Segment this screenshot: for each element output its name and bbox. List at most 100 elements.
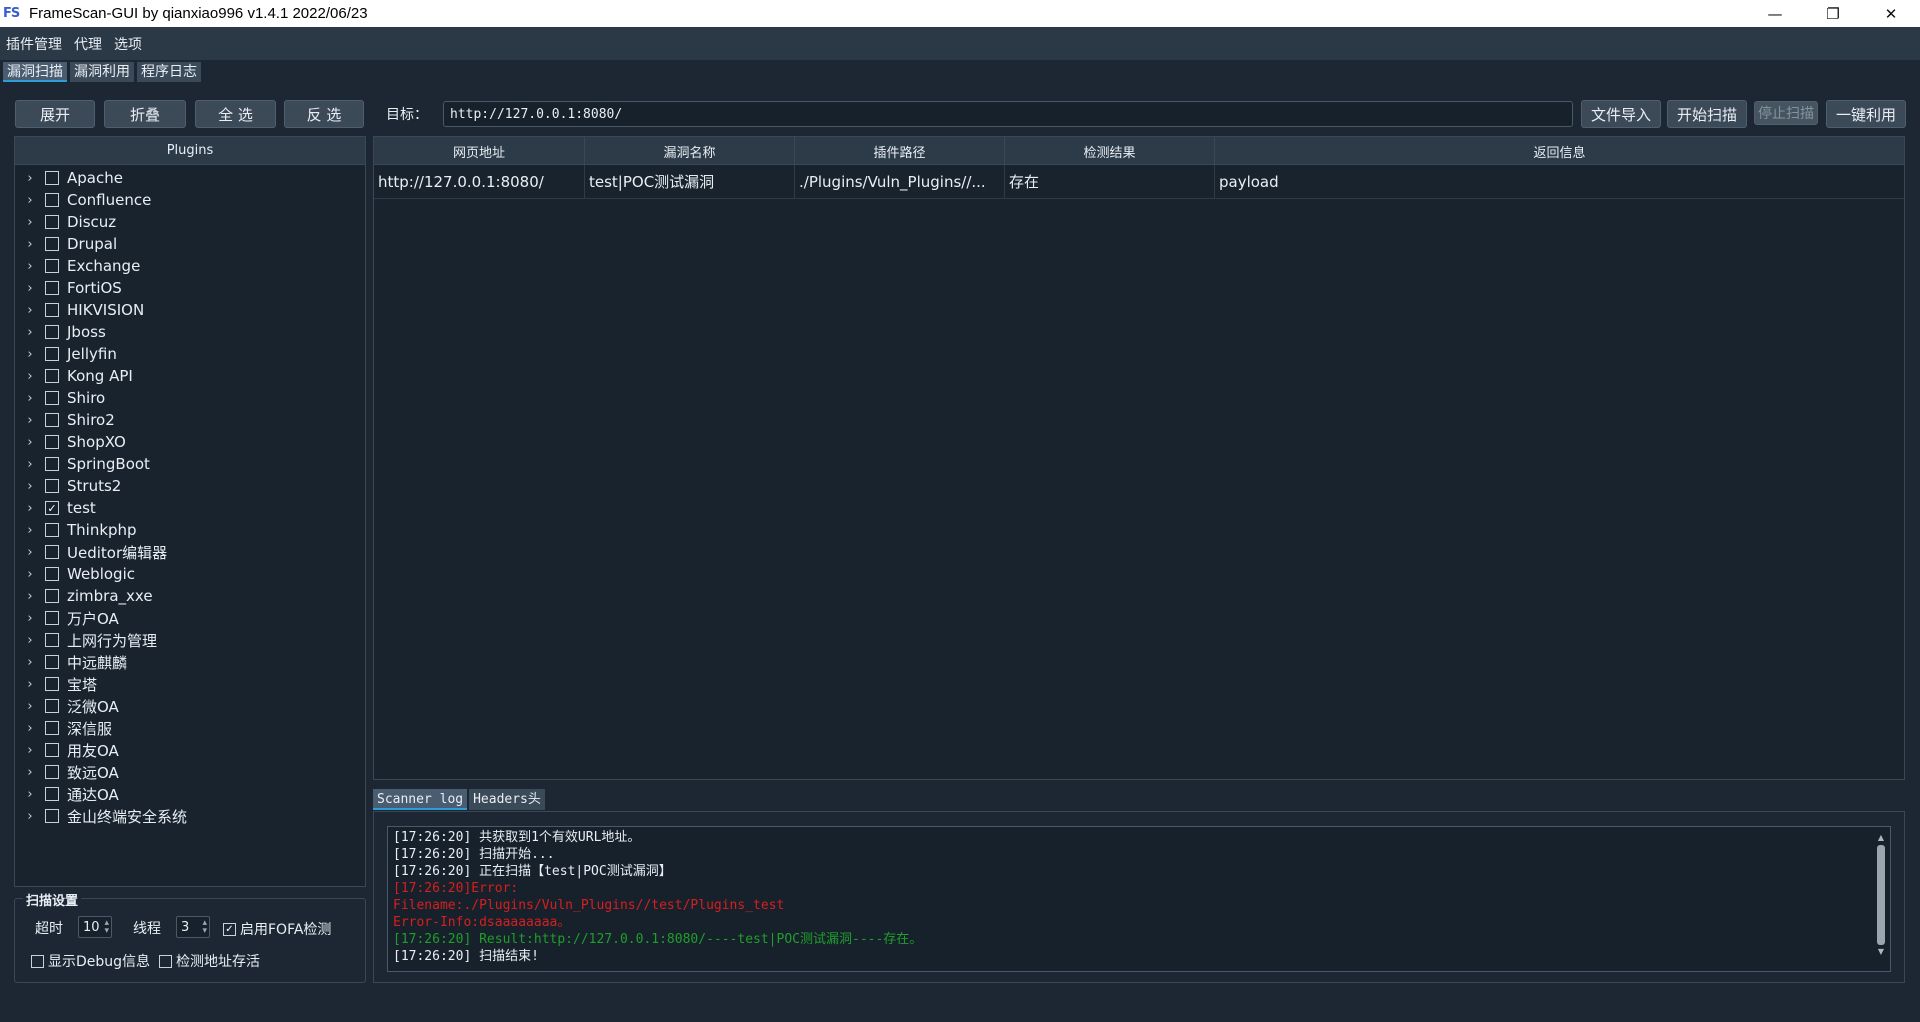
- chevron-right-icon[interactable]: ›: [15, 743, 45, 758]
- plugin-tree-item[interactable]: › Struts2: [15, 475, 365, 497]
- column-header-vuln-name[interactable]: 漏洞名称: [585, 137, 795, 165]
- menu-proxy[interactable]: 代理: [72, 32, 104, 56]
- plugin-tree-item[interactable]: › Kong API: [15, 365, 365, 387]
- chevron-right-icon[interactable]: ›: [15, 369, 45, 384]
- chevron-right-icon[interactable]: ›: [15, 611, 45, 626]
- chevron-right-icon[interactable]: ›: [15, 809, 45, 824]
- plugin-checkbox[interactable]: [45, 545, 59, 559]
- threads-spinbox[interactable]: 3 ▴ ▾: [176, 916, 210, 938]
- plugin-checkbox[interactable]: [45, 237, 59, 251]
- plugin-tree-item[interactable]: › Confluence: [15, 189, 365, 211]
- chevron-right-icon[interactable]: ›: [15, 677, 45, 692]
- one-click-exploit-button[interactable]: 一键利用: [1826, 100, 1906, 128]
- spin-arrows-icon[interactable]: ▴ ▾: [202, 919, 207, 936]
- plugin-checkbox[interactable]: [45, 369, 59, 383]
- plugin-tree-item[interactable]: › 万户OA: [15, 607, 365, 629]
- spin-arrows-icon[interactable]: ▴ ▾: [104, 919, 109, 936]
- checkbox-icon[interactable]: [31, 954, 44, 968]
- plugin-checkbox[interactable]: [45, 435, 59, 449]
- plugin-tree-item[interactable]: › 致远OA: [15, 761, 365, 783]
- plugin-checkbox[interactable]: [45, 303, 59, 317]
- plugin-tree-item[interactable]: › SpringBoot: [15, 453, 365, 475]
- chevron-right-icon[interactable]: ›: [15, 633, 45, 648]
- cell-url[interactable]: http://127.0.0.1:8080/: [374, 165, 585, 198]
- chevron-right-icon[interactable]: ›: [15, 501, 45, 516]
- plugin-checkbox[interactable]: [45, 457, 59, 471]
- chevron-right-icon[interactable]: ›: [15, 457, 45, 472]
- plugin-checkbox[interactable]: [45, 171, 59, 185]
- plugin-checkbox[interactable]: [45, 677, 59, 691]
- chevron-right-icon[interactable]: ›: [15, 655, 45, 670]
- plugin-checkbox[interactable]: [45, 809, 59, 823]
- check-icon[interactable]: ✓: [223, 922, 236, 936]
- chevron-right-icon[interactable]: ›: [15, 479, 45, 494]
- plugin-tree-item[interactable]: › 深信服: [15, 717, 365, 739]
- plugin-checkbox[interactable]: [45, 215, 59, 229]
- chevron-right-icon[interactable]: ›: [15, 545, 45, 560]
- minimize-button[interactable]: —: [1746, 0, 1804, 27]
- checkbox-icon[interactable]: [159, 954, 172, 968]
- alive-checkbox[interactable]: 检测地址存活: [159, 951, 260, 971]
- plugin-tree-item[interactable]: › 用友OA: [15, 739, 365, 761]
- plugin-checkbox[interactable]: [45, 325, 59, 339]
- menu-options[interactable]: 选项: [112, 32, 144, 56]
- plugin-checkbox[interactable]: [45, 391, 59, 405]
- plugin-tree-item[interactable]: › Ueditor编辑器: [15, 541, 365, 563]
- menu-plugin-management[interactable]: 插件管理: [4, 32, 64, 56]
- plugin-tree-item[interactable]: › Shiro2: [15, 409, 365, 431]
- chevron-right-icon[interactable]: ›: [15, 413, 45, 428]
- chevron-right-icon[interactable]: ›: [15, 787, 45, 802]
- column-header-plugin-path[interactable]: 插件路径: [795, 137, 1005, 165]
- chevron-right-icon[interactable]: ›: [15, 325, 45, 340]
- start-scan-button[interactable]: 开始扫描: [1667, 100, 1747, 128]
- plugin-tree-item[interactable]: › 宝塔: [15, 673, 365, 695]
- plugin-tree-item[interactable]: › Jboss: [15, 321, 365, 343]
- plugin-checkbox[interactable]: ✓: [45, 501, 59, 515]
- chevron-right-icon[interactable]: ›: [15, 171, 45, 186]
- plugin-tree-item[interactable]: › Thinkphp: [15, 519, 365, 541]
- plugin-tree-item[interactable]: › Shiro: [15, 387, 365, 409]
- plugin-tree-item[interactable]: › Exchange: [15, 255, 365, 277]
- column-header-response[interactable]: 返回信息: [1215, 137, 1904, 165]
- plugin-checkbox[interactable]: [45, 567, 59, 581]
- plugin-checkbox[interactable]: [45, 523, 59, 537]
- scroll-up-icon[interactable]: ▲: [1876, 833, 1886, 843]
- plugin-checkbox[interactable]: [45, 281, 59, 295]
- plugin-checkbox[interactable]: [45, 611, 59, 625]
- chevron-right-icon[interactable]: ›: [15, 347, 45, 362]
- expand-button[interactable]: 展开: [15, 100, 95, 128]
- tab-program-log[interactable]: 程序日志: [137, 62, 201, 82]
- plugin-tree-item[interactable]: › Discuz: [15, 211, 365, 233]
- plugin-tree-item[interactable]: › 中远麒麟: [15, 651, 365, 673]
- plugin-checkbox[interactable]: [45, 743, 59, 757]
- plugin-tree-item[interactable]: › FortiOS: [15, 277, 365, 299]
- log-scrollbar[interactable]: ▲ ▼: [1876, 833, 1886, 967]
- plugin-checkbox[interactable]: [45, 699, 59, 713]
- file-import-button[interactable]: 文件导入: [1581, 100, 1661, 128]
- cell-plugin-path[interactable]: ./Plugins/Vuln_Plugins//...: [795, 165, 1005, 198]
- tab-scanner-log[interactable]: Scanner log: [373, 789, 468, 810]
- chevron-right-icon[interactable]: ›: [15, 215, 45, 230]
- plugin-tree-item[interactable]: › HIKVISION: [15, 299, 365, 321]
- maximize-button[interactable]: ❐: [1804, 0, 1862, 27]
- plugin-tree-item[interactable]: › Jellyfin: [15, 343, 365, 365]
- stop-scan-button[interactable]: 停止扫描: [1754, 101, 1818, 125]
- column-header-url[interactable]: 网页地址: [374, 137, 585, 165]
- plugin-tree-item[interactable]: › 通达OA: [15, 783, 365, 805]
- chevron-right-icon[interactable]: ›: [15, 523, 45, 538]
- select-all-button[interactable]: 全 选: [195, 100, 276, 128]
- chevron-right-icon[interactable]: ›: [15, 391, 45, 406]
- chevron-right-icon[interactable]: ›: [15, 435, 45, 450]
- chevron-right-icon[interactable]: ›: [15, 567, 45, 582]
- cell-response[interactable]: payload: [1215, 165, 1904, 198]
- chevron-right-icon[interactable]: ›: [15, 193, 45, 208]
- tab-vuln-scan[interactable]: 漏洞扫描: [3, 62, 67, 82]
- timeout-spinbox[interactable]: 10 ▴ ▾: [78, 916, 112, 938]
- plugin-checkbox[interactable]: [45, 259, 59, 273]
- plugin-checkbox[interactable]: [45, 347, 59, 361]
- plugin-checkbox[interactable]: [45, 765, 59, 779]
- table-row[interactable]: http://127.0.0.1:8080/ test|POC测试漏洞 ./Pl…: [374, 165, 1904, 199]
- collapse-button[interactable]: 折叠: [104, 100, 186, 128]
- plugin-checkbox[interactable]: [45, 787, 59, 801]
- plugin-tree-item[interactable]: › Weblogic: [15, 563, 365, 585]
